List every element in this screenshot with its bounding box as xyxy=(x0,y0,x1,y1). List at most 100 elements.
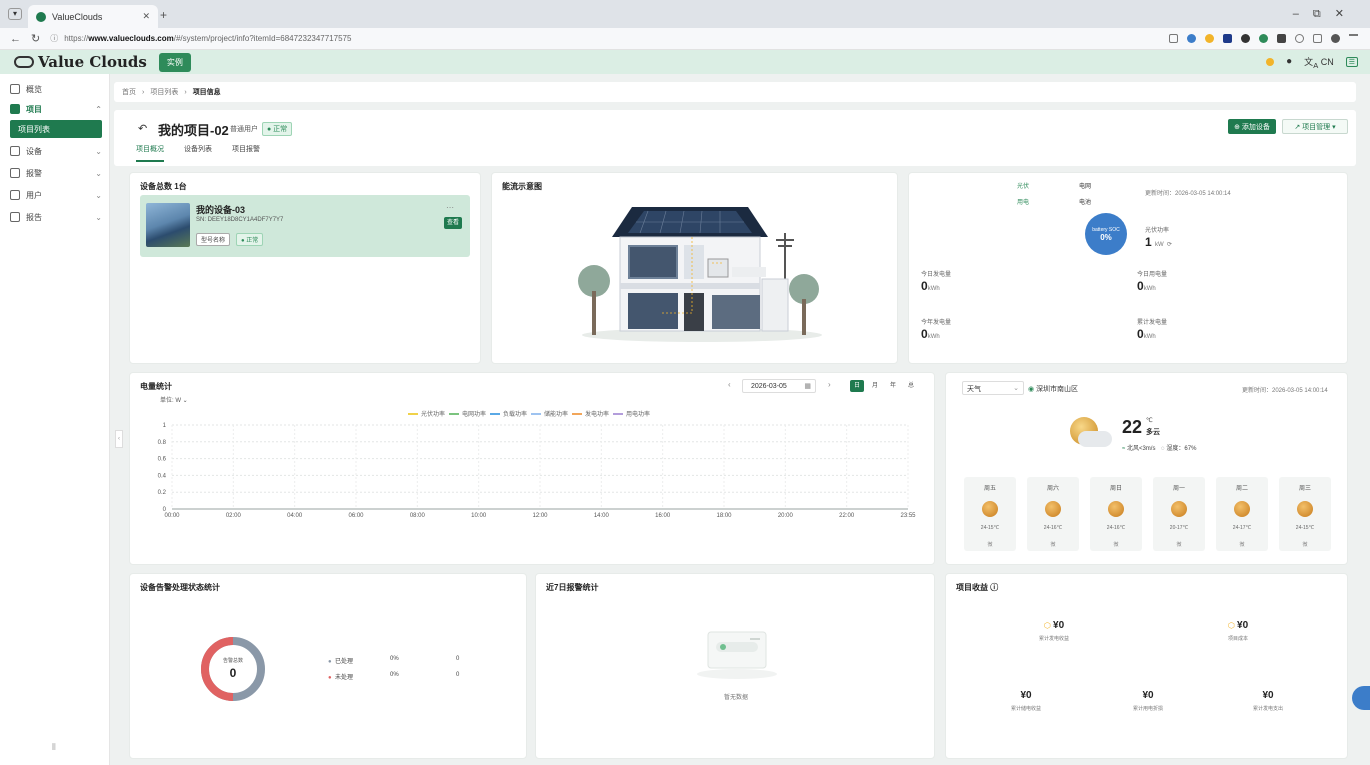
metric-number: 0 xyxy=(1137,327,1144,341)
weather-type-select[interactable]: 天气 ⌄ xyxy=(962,381,1024,395)
legend-label: 光伏功率 xyxy=(421,412,446,418)
extension-icon[interactable] xyxy=(1277,34,1286,43)
reload-icon[interactable]: ↻ xyxy=(31,32,40,45)
tab-project-alarm[interactable]: 项目报警 xyxy=(232,144,260,160)
breadcrumb-current: 项目信息 xyxy=(192,89,221,96)
project-manage-button[interactable]: ↗ 项目管理 ▾ xyxy=(1282,119,1348,134)
earning-amount: ¥0 xyxy=(1262,690,1274,701)
extension-icon[interactable] xyxy=(1295,34,1304,43)
star-icon[interactable] xyxy=(1169,34,1178,43)
x-tick-label: 16:00 xyxy=(655,513,671,519)
refresh-icon[interactable]: ⟳ xyxy=(1167,242,1172,248)
expand-panel-icon[interactable]: ‹ xyxy=(115,430,123,448)
x-tick-label: 10:00 xyxy=(471,513,487,519)
sidebar-item-project[interactable]: 项目 ⌃ xyxy=(10,100,102,118)
battery-soc-circle: battery SOC 0% xyxy=(1085,213,1127,255)
sidebar-item-alarm[interactable]: 报警 ⌄ xyxy=(10,164,102,182)
language-switch[interactable]: 文A CN xyxy=(1304,55,1334,70)
x-tick-label: 00:00 xyxy=(164,513,180,519)
earning-label: 累计发电收益 xyxy=(1038,636,1069,642)
chart-legend-item[interactable]: 光伏功率 xyxy=(408,409,445,418)
earning-item: ⬡ ¥0 累计发电收益 xyxy=(1024,620,1084,642)
tab-menu-icon[interactable]: ▾ xyxy=(8,8,22,20)
user-avatar[interactable]: ☰ xyxy=(1345,56,1358,67)
x-tick-label: 12:00 xyxy=(532,513,548,519)
humidity-text: 湿度：67% xyxy=(1166,446,1197,452)
extension-icon[interactable] xyxy=(1223,34,1232,43)
more-icon[interactable]: ⋯ xyxy=(446,203,454,212)
window-controls[interactable]: –⧉✕ xyxy=(1293,7,1358,21)
sun-icon xyxy=(1108,501,1124,517)
solar-panel-image xyxy=(146,203,190,247)
legend-pct: 0% xyxy=(390,672,399,678)
sidebar-item-report[interactable]: 报告 ⌄ xyxy=(10,208,102,226)
extension-icon[interactable] xyxy=(1241,34,1250,43)
extension-icon[interactable] xyxy=(1259,34,1268,43)
url-field[interactable]: https://www.valueclouds.com/#/system/pro… xyxy=(64,34,351,43)
home-icon[interactable] xyxy=(1313,34,1322,43)
temp-unit: ℃ xyxy=(1146,418,1153,424)
legend-label: 用电功率 xyxy=(626,412,651,418)
alarm-7day-card: 近7日报警统计 暂无数据 xyxy=(535,573,935,759)
chart-legend-item[interactable]: 电网功率 xyxy=(449,409,486,418)
chart-legend-item[interactable]: 负载功率 xyxy=(490,409,527,418)
breadcrumb-home[interactable]: 首页 xyxy=(122,87,136,97)
device-model: 型号名称 xyxy=(196,233,231,246)
notification-bell-icon[interactable]: ● xyxy=(1286,56,1292,67)
forecast-day: 周六 24-16℃ 微 xyxy=(1027,477,1079,551)
chart-legend-item[interactable]: 用电功率 xyxy=(613,409,650,418)
browser-tab[interactable]: ValueClouds ✕ xyxy=(28,5,158,28)
chevron-down-icon: ⌄ xyxy=(95,190,102,200)
app-top-tab[interactable]: 实例 xyxy=(158,52,191,72)
sidebar-item-project-list[interactable]: 项目列表 xyxy=(10,120,102,138)
menu-icon[interactable] xyxy=(1349,34,1358,43)
add-device-button[interactable]: ⊕ 添加设备 xyxy=(1228,119,1276,134)
extension-icon[interactable] xyxy=(1205,34,1214,43)
legend-label: 电网功率 xyxy=(462,412,487,418)
sidebar-item-device[interactable]: 设备 ⌄ xyxy=(10,142,102,160)
earning-value: ⬡ ¥0 xyxy=(1208,620,1268,631)
wind-humidity: ≈ 北风<3m/s ◌ 湿度：67% xyxy=(1122,443,1196,452)
forecast-temp: 24-16℃ xyxy=(1043,525,1063,531)
theme-icon[interactable] xyxy=(1266,57,1275,66)
close-tab-icon[interactable]: ✕ xyxy=(142,11,150,22)
logo-text: Value Clouds xyxy=(38,53,147,71)
profile-icon[interactable] xyxy=(1331,34,1340,43)
sidebar: 概览 项目 ⌃ 项目列表 设备 ⌄ 报警 ⌄ 用户 ⌄ 报告 ⌄ xyxy=(0,74,110,765)
device-item[interactable]: 我的设备-03 SN: DEEY18D8CY1A4DF7Y7Y7 型号名称 ● … xyxy=(140,195,470,257)
chart-legend-item[interactable]: 发电功率 xyxy=(572,409,609,418)
site-info-icon[interactable]: ⓘ xyxy=(50,33,58,44)
tab-device-list[interactable]: 设备列表 xyxy=(184,144,212,160)
alarm-status-title: 设备告警处理状态统计 xyxy=(140,583,220,592)
breadcrumb-project-list[interactable]: 项目列表 xyxy=(150,87,178,97)
new-tab-icon[interactable]: + xyxy=(160,8,167,22)
breadcrumb-separator: › xyxy=(142,88,145,96)
cloud-logo-icon xyxy=(14,56,34,68)
pv-power-unit: kW xyxy=(1155,242,1164,248)
topology-card: 能流示意图 xyxy=(491,172,898,364)
logo[interactable]: Value Clouds xyxy=(14,53,147,71)
forecast-wind: 微 xyxy=(1239,542,1245,548)
browser-tab-bar: ▾ ValueClouds ✕ + –⧉✕ xyxy=(0,0,1370,28)
sidebar-item-user[interactable]: 用户 ⌄ xyxy=(10,186,102,204)
floating-help-button[interactable] xyxy=(1352,686,1370,710)
legend-label: 负载功率 xyxy=(503,412,528,418)
back-icon[interactable]: ← xyxy=(10,33,21,45)
collapse-sidebar-icon[interactable]: ⫴ xyxy=(52,742,56,753)
topology-title: 能流示意图 xyxy=(502,182,542,191)
sidebar-item-label: 项目 xyxy=(26,104,42,114)
back-icon[interactable]: ↶ xyxy=(138,122,147,135)
shield-icon xyxy=(10,104,20,114)
report-icon xyxy=(10,212,20,222)
header-tools: ● 文A CN ☰ xyxy=(1266,55,1358,70)
coin-icon: ⬡ xyxy=(1043,621,1054,630)
sun-icon xyxy=(982,501,998,517)
y-tick-label: 1 xyxy=(163,423,167,429)
sidebar-item-overview[interactable]: 概览 xyxy=(10,80,102,98)
tab-project-overview[interactable]: 项目概况 xyxy=(136,144,164,162)
chart-legend-item[interactable]: 储能功率 xyxy=(531,409,568,418)
extension-icon[interactable] xyxy=(1187,34,1196,43)
earning-amount: ¥0 xyxy=(1237,620,1249,631)
view-device-button[interactable]: 查看 xyxy=(444,217,462,229)
pv-power-value: 1 kW ⟳ xyxy=(1145,235,1172,249)
